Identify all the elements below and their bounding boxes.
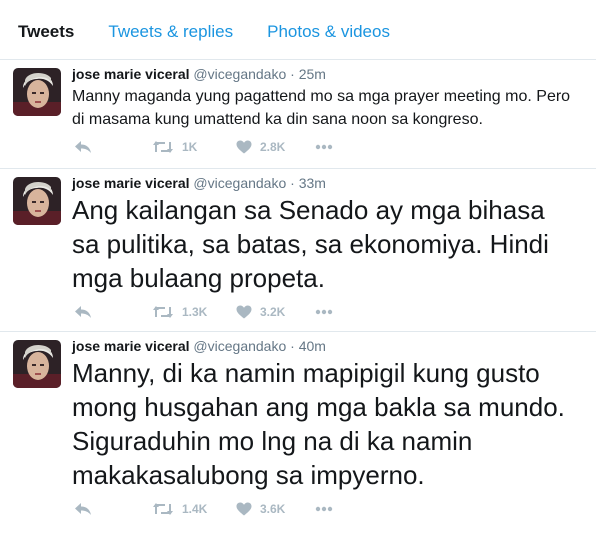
more-icon: [315, 309, 333, 315]
tweet-timestamp[interactable]: 25m: [299, 66, 326, 82]
author-handle[interactable]: @vicegandako: [193, 338, 286, 354]
tweet-timestamp[interactable]: 33m: [299, 175, 326, 191]
more-button[interactable]: [315, 137, 333, 157]
tweet-item[interactable]: jose marie viceral @vicegandako · 40m Ma…: [0, 332, 596, 535]
avatar[interactable]: [13, 177, 61, 225]
tweet-timestamp[interactable]: 40m: [299, 338, 326, 354]
author-name[interactable]: jose marie viceral: [72, 66, 190, 82]
author-name[interactable]: jose marie viceral: [72, 338, 190, 354]
like-count: 2.8K: [260, 140, 286, 154]
reply-icon: [74, 140, 92, 154]
like-button[interactable]: 3.6K: [236, 499, 285, 519]
heart-icon: [236, 140, 252, 154]
tweet-header: jose marie viceral @vicegandako · 25m: [72, 66, 326, 83]
more-icon: [315, 144, 333, 150]
reply-button[interactable]: [74, 302, 92, 322]
heart-icon: [236, 502, 252, 516]
retweet-icon: [152, 502, 174, 516]
tweet-text: Manny maganda yung pagattend mo sa mga p…: [72, 88, 571, 128]
tab-tweets-and-replies[interactable]: Tweets & replies: [108, 22, 233, 42]
reply-button[interactable]: [74, 499, 92, 519]
tweet-item[interactable]: jose marie viceral @vicegandako · 33m An…: [0, 169, 596, 332]
more-button[interactable]: [315, 499, 333, 519]
separator: ·: [290, 175, 295, 191]
avatar[interactable]: [13, 68, 61, 116]
heart-icon: [236, 305, 252, 319]
author-handle[interactable]: @vicegandako: [193, 66, 286, 82]
avatar[interactable]: [13, 340, 61, 388]
reply-button[interactable]: [74, 137, 92, 157]
separator: ·: [290, 338, 295, 354]
tab-tweets[interactable]: Tweets: [18, 22, 74, 42]
like-button[interactable]: 3.2K: [236, 302, 285, 322]
retweet-icon: [152, 140, 174, 154]
retweet-button[interactable]: 1.4K: [152, 499, 207, 519]
separator: ·: [290, 66, 295, 82]
author-handle[interactable]: @vicegandako: [193, 175, 286, 191]
tweet-item[interactable]: jose marie viceral @vicegandako · 25m Ma…: [0, 60, 596, 169]
like-button[interactable]: 2.8K: [236, 137, 285, 157]
like-count: 3.2K: [260, 305, 286, 319]
author-name[interactable]: jose marie viceral: [72, 175, 190, 191]
retweet-count: 1K: [182, 140, 198, 154]
retweet-count: 1.4K: [182, 502, 208, 516]
tweet-header: jose marie viceral @vicegandako · 33m: [72, 175, 326, 192]
like-count: 3.6K: [260, 502, 286, 516]
reply-icon: [74, 305, 92, 319]
more-icon: [315, 506, 333, 512]
tweet-header: jose marie viceral @vicegandako · 40m: [72, 338, 326, 355]
retweet-count: 1.3K: [182, 305, 208, 319]
reply-icon: [74, 502, 92, 516]
retweet-button[interactable]: 1.3K: [152, 302, 207, 322]
tweet-text: Manny, di ka namin mapipigil kung gusto …: [72, 358, 565, 490]
profile-tabs: Tweets Tweets & replies Photos & videos: [0, 0, 596, 60]
retweet-button[interactable]: 1K: [152, 137, 197, 157]
tweet-text: Ang kailangan sa Senado ay mga bihasa sa…: [72, 195, 549, 293]
more-button[interactable]: [315, 302, 333, 322]
tab-photos-and-videos[interactable]: Photos & videos: [267, 22, 390, 42]
retweet-icon: [152, 305, 174, 319]
